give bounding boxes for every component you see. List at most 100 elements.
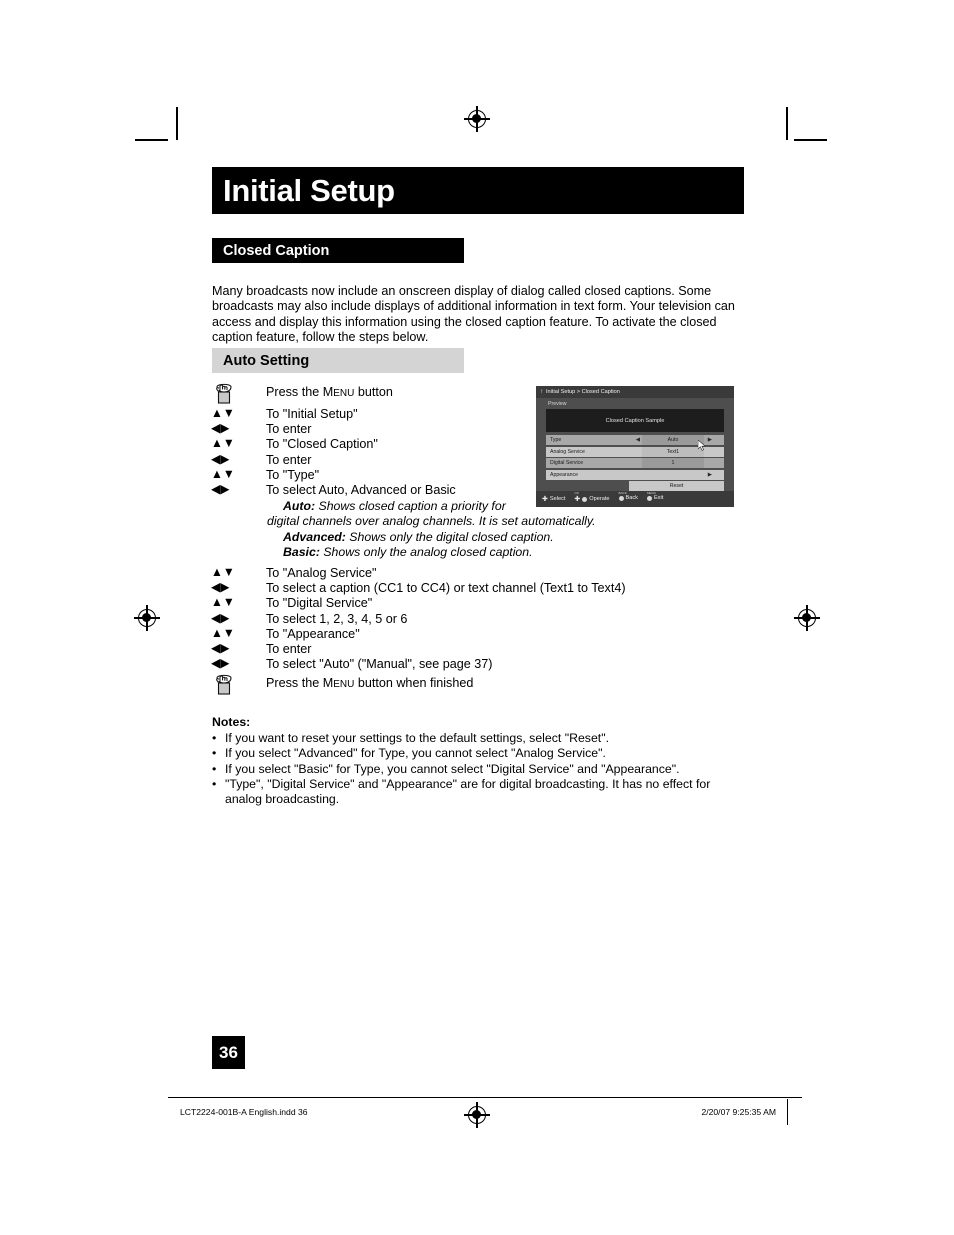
- osd-hint-label: Back: [625, 495, 638, 502]
- step-row: ◀▶ To select 1, 2, 3, 4, 5 or 6: [210, 610, 730, 627]
- left-right-arrows-icon-glyph: ◀▶: [211, 481, 230, 497]
- crop-mark-top-right-horizontal: [794, 139, 827, 141]
- type-description-term: Basic:: [283, 545, 320, 560]
- up-down-arrows-icon: ▲▼: [210, 406, 266, 420]
- step-label: To enter: [266, 422, 312, 437]
- osd-footer-hints: ✚ Select OK ✚ Operate BACK Back MENU Exit: [536, 491, 734, 507]
- step-label: To enter: [266, 452, 312, 467]
- osd-setting-name: Appearance: [550, 471, 578, 478]
- left-arrow-icon[interactable]: ◀: [636, 437, 640, 443]
- type-description-line: Basic: Shows only the analog closed capt…: [283, 545, 533, 560]
- type-description-line: Advanced: Shows only the digital closed …: [283, 529, 554, 544]
- osd-reset-button[interactable]: Reset: [629, 481, 724, 491]
- note-item: • If you want to reset your settings to t…: [212, 731, 772, 746]
- registration-mark-right: [794, 605, 820, 631]
- step-row: ▲▼ To "Digital Service": [210, 596, 730, 611]
- manual-page: Initial Setup Closed Caption Many broadc…: [0, 0, 954, 1235]
- step-label: To "Type": [266, 467, 320, 482]
- step-row: ◀▶ To select a caption (CC1 to CC4) or te…: [210, 580, 730, 596]
- bullet-icon: •: [212, 776, 217, 791]
- left-right-arrows-icon: ◀▶: [210, 641, 266, 655]
- note-item: • "Type", "Digital Service" and "Appearan…: [212, 777, 772, 792]
- page-title: Initial Setup: [223, 172, 395, 208]
- page-number-badge: 36: [212, 1036, 245, 1069]
- step-label: To "Analog Service": [266, 566, 377, 580]
- up-down-arrows-icon-glyph: ▲▼: [211, 625, 235, 641]
- step-label: Press the MENU button when finished: [266, 676, 474, 691]
- osd-setting-name: Type: [550, 437, 562, 443]
- osd-hint-button-name: OK: [574, 490, 579, 495]
- dpad-icon: ✚: [542, 495, 548, 503]
- up-down-arrows-icon: ▲▼: [210, 466, 266, 482]
- osd-sample-text: Closed Caption Sample: [605, 417, 665, 424]
- osd-setting-value: Text1: [642, 446, 704, 457]
- tv-osd-screenshot: ↑ Initial Setup > Closed Caption Preview…: [536, 386, 734, 507]
- up-down-arrows-icon-glyph: ▲▼: [211, 595, 235, 610]
- osd-hint-button-name: BACK: [618, 491, 627, 496]
- up-down-arrows-icon: ▲▼: [210, 625, 266, 641]
- osd-preview-label: Preview: [548, 401, 567, 407]
- left-right-arrows-icon: ◀▶: [210, 481, 266, 497]
- step-label: To select "Auto" ("Manual", see page 37): [266, 657, 493, 672]
- left-right-arrows-icon: ◀▶: [210, 610, 266, 625]
- notes-heading: Notes:: [212, 715, 251, 729]
- footer-file-name: LCT2224-001B-A English.indd 36: [180, 1107, 308, 1117]
- osd-hint-back: BACK Back: [618, 491, 638, 502]
- footer-divider: [168, 1097, 802, 1098]
- osd-hint-exit: MENU Exit: [646, 491, 664, 502]
- type-option-descriptions: Auto: Shows closed caption a priority fo…: [267, 499, 613, 561]
- step-label: To select 1, 2, 3, 4, 5 or 6: [266, 611, 408, 626]
- osd-hint-label: Exit: [653, 495, 664, 502]
- section-heading-auto-setting: Auto Setting: [212, 348, 464, 373]
- section-heading-label: Auto Setting: [223, 352, 310, 369]
- bullet-icon: •: [212, 761, 217, 776]
- right-arrow-icon[interactable]: ▶: [708, 437, 712, 443]
- note-item: • If you select "Basic" for Type, you can…: [212, 762, 772, 777]
- type-description-line-cont: digital channels over analog channels. I…: [267, 514, 596, 529]
- osd-preview-sample: Closed Caption Sample: [546, 409, 724, 432]
- crop-mark-top-right-vertical: [786, 107, 788, 140]
- note-text: If you select "Basic" for Type, you cann…: [225, 761, 680, 776]
- step-label: To "Appearance": [266, 626, 360, 641]
- registration-mark-left: [134, 605, 160, 631]
- crop-mark-top-left-horizontal: [135, 139, 168, 141]
- note-text: "Type", "Digital Service" and "Appearanc…: [225, 776, 711, 791]
- osd-setting-row[interactable]: Digital Service 1: [546, 458, 724, 468]
- left-right-arrows-icon: ◀▶: [210, 580, 266, 594]
- left-right-arrows-icon-glyph: ◀▶: [211, 655, 230, 671]
- osd-hint-label: Select: [549, 495, 566, 502]
- step-row: ▲▼ To "Appearance": [210, 625, 730, 642]
- osd-hint-button-name: MENU: [646, 491, 657, 496]
- step-row: ◀▶ To enter: [210, 641, 730, 657]
- right-arrow-icon[interactable]: ▶: [708, 472, 712, 478]
- step-label: To "Initial Setup": [266, 407, 358, 421]
- step-label: To enter: [266, 642, 312, 657]
- button-dot-icon: [582, 497, 588, 502]
- registration-mark-top: [464, 106, 490, 132]
- left-right-arrows-icon-glyph: ◀▶: [211, 420, 230, 436]
- mouse-cursor-icon: [698, 440, 706, 451]
- menu-button-name: MENU: [322, 676, 355, 691]
- note-text: If you select "Advanced" for Type, you c…: [225, 746, 606, 761]
- registration-mark-bottom: [464, 1102, 490, 1128]
- step-label: To select Auto, Advanced or Basic: [266, 483, 456, 498]
- section-heading-closed-caption: Closed Caption: [212, 238, 464, 263]
- osd-breadcrumb: Initial Setup > Closed Caption: [546, 389, 620, 395]
- osd-setting-name: Digital Service: [550, 460, 584, 466]
- bullet-icon: •: [212, 731, 217, 746]
- bullet-icon: •: [212, 746, 217, 761]
- up-down-arrows-icon-glyph: ▲▼: [211, 466, 235, 482]
- dpad-icon: ✚: [574, 495, 581, 503]
- page-number: 36: [219, 1042, 238, 1062]
- left-right-arrows-icon-glyph: ◀▶: [211, 610, 230, 625]
- note-text-cont: analog broadcasting.: [225, 792, 340, 807]
- steps-list-group-two: ▲▼ To "Analog Service" ◀▶ To select a capti…: [210, 565, 730, 698]
- osd-setting-value: 1: [642, 458, 704, 468]
- up-down-arrows-icon-glyph: ▲▼: [211, 436, 235, 451]
- osd-setting-row[interactable]: Appearance ▶: [546, 469, 724, 480]
- step-label: To "Digital Service": [266, 596, 373, 611]
- step-label: To "Closed Caption": [266, 437, 378, 452]
- closed-caption-intro-paragraph: Many broadcasts now include an onscreen …: [212, 283, 735, 345]
- osd-setting-value: Auto: [642, 435, 704, 445]
- type-description-term: Advanced:: [283, 529, 346, 544]
